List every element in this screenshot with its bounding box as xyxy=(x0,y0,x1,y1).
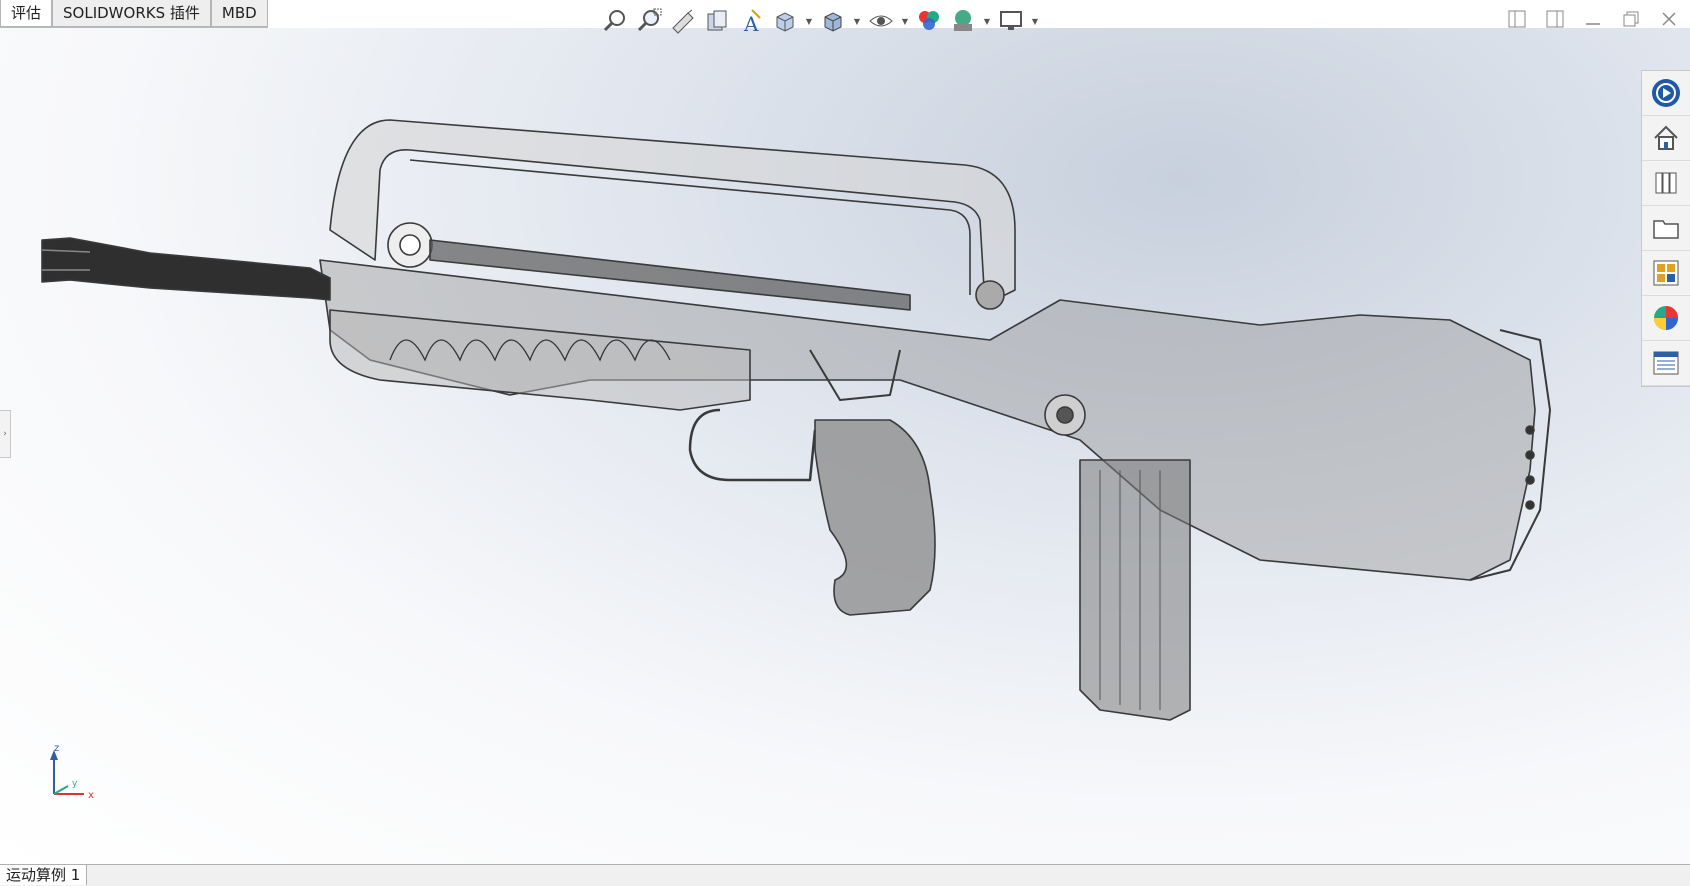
bottom-tab-bar: 运动算例 1 xyxy=(0,864,1690,886)
tab-motion-study-1[interactable]: 运动算例 1 xyxy=(0,865,88,885)
solidworks-resources-icon[interactable] xyxy=(1642,71,1690,116)
triad-z-label: z xyxy=(54,743,59,754)
tab-evaluate[interactable]: 评估 xyxy=(0,0,53,27)
custom-properties-icon[interactable] xyxy=(1642,341,1690,386)
tab-solidworks-addins[interactable]: SOLIDWORKS 插件 xyxy=(52,0,211,27)
edit-appearance-icon[interactable] xyxy=(914,6,944,36)
section-view-icon[interactable] xyxy=(702,6,732,36)
appearances-icon[interactable] xyxy=(1642,296,1690,341)
tile-left-icon[interactable] xyxy=(1504,6,1530,32)
chevron-down-icon[interactable]: ▼ xyxy=(982,6,992,36)
dynamic-annotation-icon[interactable]: A xyxy=(736,6,766,36)
view-settings-icon[interactable] xyxy=(996,6,1026,36)
display-style-icon[interactable] xyxy=(818,6,848,36)
close-icon[interactable] xyxy=(1656,6,1682,32)
heads-up-view-toolbar: A ▼ ▼ ▼ ▼ ▼ xyxy=(600,4,1040,38)
rifle-3d-model[interactable] xyxy=(30,110,1610,790)
apply-scene-icon[interactable] xyxy=(948,6,978,36)
chevron-down-icon[interactable]: ▼ xyxy=(1030,6,1040,36)
minimize-icon[interactable] xyxy=(1580,6,1606,32)
triad-y-label: y xyxy=(72,779,78,789)
design-library-icon[interactable] xyxy=(1642,161,1690,206)
task-pane xyxy=(1641,70,1690,387)
tab-mbd[interactable]: MBD xyxy=(210,0,268,27)
reference-triad: z y x xyxy=(44,742,114,812)
home-icon[interactable] xyxy=(1642,116,1690,161)
restore-icon[interactable] xyxy=(1618,6,1644,32)
zoom-to-area-icon[interactable] xyxy=(634,6,664,36)
command-manager-tabs: 评估 SOLIDWORKS 插件 MBD xyxy=(0,0,268,28)
chevron-down-icon[interactable]: ▼ xyxy=(900,6,910,36)
view-palette-icon[interactable] xyxy=(1642,251,1690,296)
triad-x-label: x xyxy=(88,790,94,801)
chevron-down-icon[interactable]: ▼ xyxy=(804,6,814,36)
chevron-down-icon[interactable]: ▼ xyxy=(852,6,862,36)
window-controls xyxy=(1504,6,1682,32)
tile-right-icon[interactable] xyxy=(1542,6,1568,32)
hide-show-items-icon[interactable] xyxy=(866,6,896,36)
view-orientation-icon[interactable] xyxy=(770,6,800,36)
zoom-to-fit-icon[interactable] xyxy=(600,6,630,36)
file-explorer-icon[interactable] xyxy=(1642,206,1690,251)
previous-view-icon[interactable] xyxy=(668,6,698,36)
feature-manager-toggle[interactable]: › xyxy=(0,410,11,458)
